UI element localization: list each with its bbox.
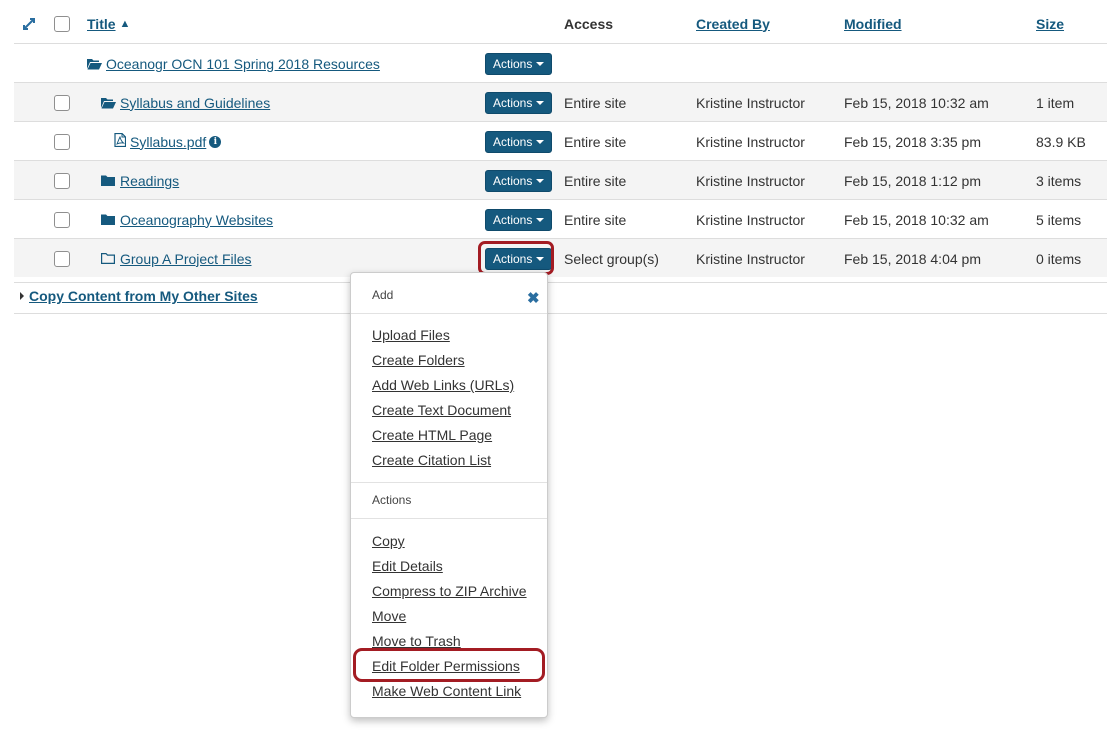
title-sort-link[interactable]: Title <box>87 16 116 32</box>
edit-folder-permissions-highlight <box>353 648 545 682</box>
modified-value: Feb 15, 2018 4:04 pm <box>844 250 981 267</box>
row-checkbox[interactable] <box>54 211 70 228</box>
item-title-link[interactable]: Oceanogr OCN 101 Spring 2018 Resources <box>106 56 380 72</box>
row-checkbox[interactable] <box>54 172 70 189</box>
modified-value: Feb 15, 2018 10:32 am <box>844 211 989 228</box>
access-header: Access <box>564 15 614 32</box>
caret-down-icon <box>536 178 545 183</box>
menu-divider <box>351 518 547 519</box>
table-row: Oceanography Websites Actions Entire sit… <box>14 199 1107 238</box>
select-all-checkbox[interactable] <box>54 15 70 32</box>
size-value: 1 item <box>1036 94 1075 111</box>
modified-value: Feb 15, 2018 10:32 am <box>844 94 989 111</box>
item-title-link[interactable]: Syllabus.pdf <box>130 134 206 150</box>
menu-item-make-web-content-link[interactable]: Make Web Content Link <box>372 683 521 699</box>
modified-value: Feb 15, 2018 3:35 pm <box>844 133 981 150</box>
menu-section-add: Add <box>372 288 394 302</box>
caret-right-icon <box>20 292 24 300</box>
row-checkbox[interactable] <box>54 133 70 150</box>
row-checkbox[interactable] <box>54 250 70 267</box>
actions-button[interactable]: Actions <box>485 130 553 153</box>
pdf-file-icon <box>114 132 127 150</box>
size-value: 83.9 KB <box>1036 133 1086 150</box>
actions-button[interactable]: Actions <box>485 169 553 192</box>
item-title-link[interactable]: Syllabus and Guidelines <box>120 95 270 111</box>
folder-open-icon <box>87 58 102 70</box>
access-value: Entire site <box>564 94 627 111</box>
folder-outline-icon <box>101 253 115 264</box>
menu-item-move-to-trash[interactable]: Move to Trash <box>372 633 461 649</box>
copy-content-link[interactable]: Copy Content from My Other Sites <box>29 288 258 304</box>
folder-icon <box>101 175 115 186</box>
access-value: Select group(s) <box>564 250 659 267</box>
menu-item-add-web-links[interactable]: Add Web Links (URLs) <box>372 377 514 393</box>
size-value: 0 items <box>1036 250 1082 267</box>
created-by-value: Kristine Instructor <box>696 172 805 189</box>
item-title-link[interactable]: Readings <box>120 173 179 189</box>
sort-ascending-icon: ▲ <box>119 17 131 30</box>
modified-sort-link[interactable]: Modified <box>844 16 902 32</box>
size-value: 5 items <box>1036 211 1082 228</box>
menu-divider <box>351 482 547 483</box>
menu-item-edit-details[interactable]: Edit Details <box>372 558 443 574</box>
actions-label: Actions <box>493 95 533 110</box>
actions-button[interactable]: Actions <box>485 91 553 114</box>
access-value: Entire site <box>564 172 627 189</box>
close-icon[interactable]: ✖ <box>527 289 540 307</box>
caret-down-icon <box>536 61 545 66</box>
table-row: Group A Project Files Actions Select gro… <box>14 238 1107 277</box>
expand-all-icon[interactable] <box>22 4 36 43</box>
menu-item-create-html-page[interactable]: Create HTML Page <box>372 427 492 443</box>
folder-open-icon <box>101 97 116 109</box>
actions-button-highlight <box>478 241 554 275</box>
created-by-value: Kristine Instructor <box>696 133 805 150</box>
menu-section-actions: Actions <box>372 493 412 507</box>
size-value: 3 items <box>1036 172 1082 189</box>
size-sort-link[interactable]: Size <box>1036 16 1064 32</box>
menu-item-copy[interactable]: Copy <box>372 533 405 549</box>
folder-icon <box>101 214 115 225</box>
modified-value: Feb 15, 2018 1:12 pm <box>844 172 981 189</box>
actions-button[interactable]: Actions <box>485 52 553 75</box>
table-row: Syllabus and Guidelines Actions Entire s… <box>14 82 1107 121</box>
caret-down-icon <box>536 100 545 105</box>
actions-button[interactable]: Actions <box>485 208 553 231</box>
menu-item-move[interactable]: Move <box>372 608 406 624</box>
actions-label: Actions <box>493 212 533 227</box>
table-row: Syllabus.pdf i Actions Entire site Krist… <box>14 121 1107 160</box>
caret-down-icon <box>536 217 545 222</box>
actions-label: Actions <box>493 134 533 149</box>
created-by-sort-link[interactable]: Created By <box>696 16 770 32</box>
resources-table: Title ▲ Access Created By Modified Size … <box>14 4 1107 277</box>
created-by-value: Kristine Instructor <box>696 211 805 228</box>
menu-divider <box>351 313 547 314</box>
item-title-link[interactable]: Oceanography Websites <box>120 212 273 228</box>
info-icon[interactable]: i <box>209 135 222 148</box>
caret-down-icon <box>536 139 545 144</box>
menu-item-create-folders[interactable]: Create Folders <box>372 352 465 368</box>
copy-content-row: Copy Content from My Other Sites <box>14 282 1107 314</box>
menu-item-create-citation-list[interactable]: Create Citation List <box>372 452 491 468</box>
actions-label: Actions <box>493 173 533 188</box>
access-value: Entire site <box>564 211 627 228</box>
created-by-value: Kristine Instructor <box>696 94 805 111</box>
created-by-value: Kristine Instructor <box>696 250 805 267</box>
menu-item-upload-files[interactable]: Upload Files <box>372 327 450 343</box>
menu-item-create-text-document[interactable]: Create Text Document <box>372 402 511 418</box>
table-header: Title ▲ Access Created By Modified Size <box>14 4 1107 43</box>
table-row: Oceanogr OCN 101 Spring 2018 Resources A… <box>14 43 1107 82</box>
row-checkbox[interactable] <box>54 94 70 111</box>
access-value: Entire site <box>564 133 627 150</box>
menu-item-compress-zip[interactable]: Compress to ZIP Archive <box>372 583 527 599</box>
actions-label: Actions <box>493 56 533 71</box>
item-title-link[interactable]: Group A Project Files <box>120 251 252 267</box>
table-row: Readings Actions Entire site Kristine In… <box>14 160 1107 199</box>
